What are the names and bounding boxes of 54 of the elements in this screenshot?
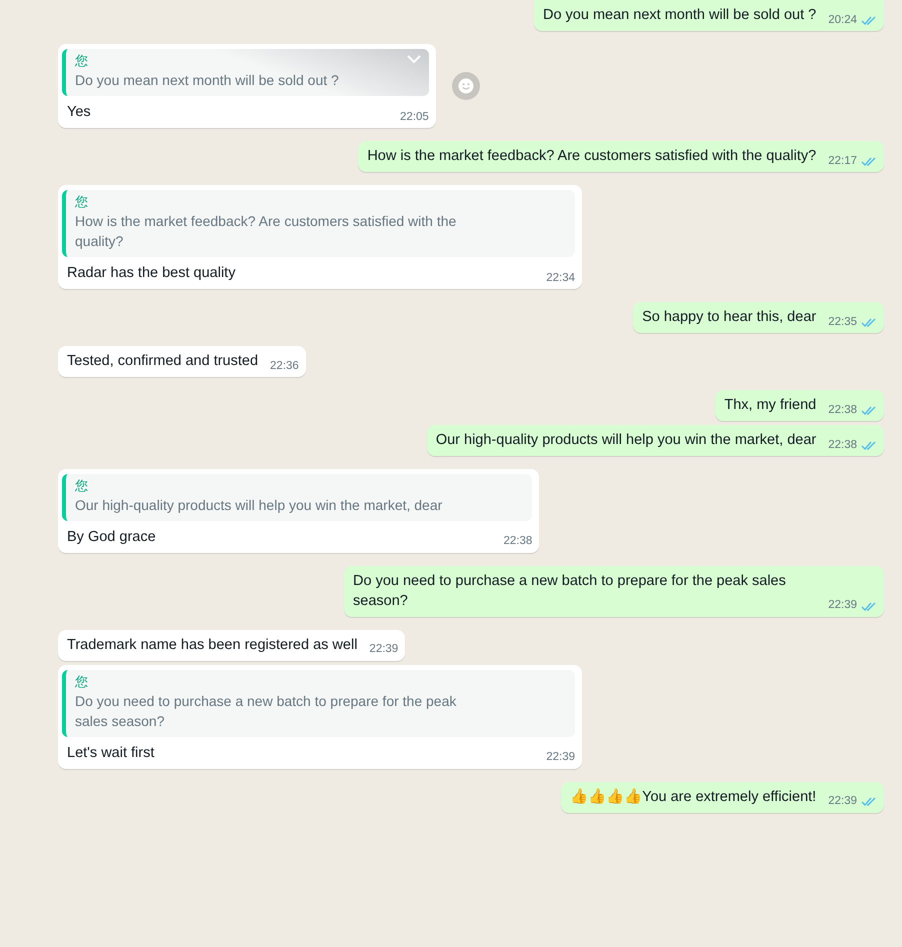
message-text: Do you need to purchase a new batch to prepare for the peak sales season? xyxy=(353,572,787,611)
quote-author: 您 xyxy=(75,53,89,70)
message-text: Do you mean next month will be sold out ? xyxy=(542,6,816,25)
message-bubble[interactable]: Trademark name has been registered as well 22:39 xyxy=(58,630,406,661)
message-bubble[interactable]: Our high-quality products will help you win the market, dear 22:38 xyxy=(426,424,884,456)
message-time: 22:38 xyxy=(828,438,857,453)
message-time: 22:34 xyxy=(546,270,575,286)
chevron-down-icon[interactable] xyxy=(406,55,421,64)
quoted-message[interactable]: 您 How is the market feedback? Are customers satisfied with the quality? xyxy=(62,190,575,257)
message-time: 22:38 xyxy=(504,534,532,550)
quote-text: Do you need to purchase a new batch to prepare for the peak sales season? xyxy=(75,692,458,731)
quote-author: 您 xyxy=(75,674,89,691)
message-text: Let's wait first xyxy=(67,744,154,763)
message-text: Trademark name has been registered as well xyxy=(67,636,358,655)
quoted-message[interactable]: 您 Do you need to purchase a new batch to prepare for the peak sales season? xyxy=(62,670,575,737)
message-bubble[interactable]: Thx, my friend 22:38 xyxy=(715,390,884,421)
message-time: 22:05 xyxy=(400,110,429,125)
message-bubble[interactable]: Tested, confirmed and trusted 22:36 xyxy=(58,346,306,377)
message-text: Yes xyxy=(67,102,91,122)
quote-author: 您 xyxy=(75,194,89,211)
message-bubble[interactable]: So happy to hear this, dear 22:35 xyxy=(633,302,884,333)
quote-text: Our high-quality products will help you win the market, dear xyxy=(75,496,442,515)
message-text: So happy to hear this, dear xyxy=(642,308,816,327)
message-bubble[interactable]: Do you mean next month will be sold out ? 20:24 xyxy=(534,0,884,31)
message-time: 20:24 xyxy=(828,12,857,28)
message-text: 👍👍👍👍You are extremely efficient! xyxy=(570,788,816,807)
quote-author: 您 xyxy=(75,478,89,495)
quoted-message[interactable]: 您 Our high-quality products will help you win the market, dear xyxy=(62,474,532,521)
quote-text: How is the market feedback? Are customers satisfied with the quality? xyxy=(75,212,458,251)
message-text: Tested, confirmed and trusted xyxy=(67,352,258,371)
message-time: 22:39 xyxy=(828,598,857,614)
message-text: By God grace xyxy=(67,528,156,547)
emoji-reaction-button[interactable] xyxy=(452,72,480,100)
message-bubble[interactable]: 您 Do you need to purchase a new batch to prepare for the peak sales season? Let's wait first 22:39 xyxy=(58,664,582,769)
message-text: How is the market feedback? Are customers satisfied with the quality? xyxy=(367,146,816,166)
message-time: 22:17 xyxy=(828,154,857,169)
message-time: 22:39 xyxy=(546,750,575,766)
message-time: 22:39 xyxy=(828,794,857,810)
message-text: Radar has the best quality xyxy=(67,264,236,283)
message-bubble[interactable]: 您 How is the market feedback? Are customers satisfied with the quality? Radar has the best quality 22:34 xyxy=(58,184,582,289)
message-time: 22:36 xyxy=(270,358,299,374)
quoted-message[interactable]: 您 Do you mean next month will be sold out ? xyxy=(62,49,429,96)
message-bubble[interactable]: 您 Our high-quality products will help you win the market, dear By God grace 22:38 xyxy=(58,468,540,553)
message-text: Our high-quality products will help you win the market, dear xyxy=(436,430,816,450)
quote-text: Do you mean next month will be sold out ? xyxy=(75,70,339,90)
message-time: 22:35 xyxy=(828,314,857,330)
message-time: 22:38 xyxy=(828,402,857,418)
message-bubble[interactable]: 您 Do you mean next month will be sold out ? Yes 22:05 xyxy=(58,44,436,128)
smiley-icon xyxy=(458,78,474,94)
message-time: 22:39 xyxy=(369,642,398,658)
message-bubble[interactable]: 👍👍👍👍You are extremely efficient! 22:39 xyxy=(561,782,884,813)
message-bubble[interactable]: How is the market feedback? Are customers satisfied with the quality? 22:17 xyxy=(358,140,884,172)
message-text: Thx, my friend xyxy=(724,396,816,415)
message-bubble[interactable]: Do you need to purchase a new batch to prepare for the peak sales season? 22:39 xyxy=(344,566,884,617)
